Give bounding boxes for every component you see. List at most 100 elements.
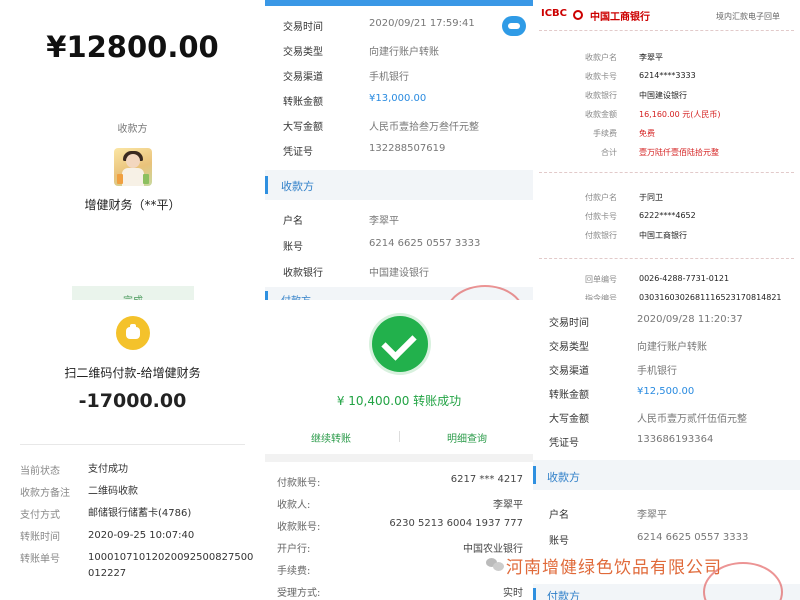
detail-row: 付款账号: 6217 *** 4217 (277, 474, 523, 489)
row-value: 2020/09/28 11:20:37 (637, 314, 743, 325)
bank-name: 中国工商银行 (590, 12, 650, 23)
wechat-icon (486, 556, 504, 572)
header-bar (265, 0, 533, 6)
payee-avatar[interactable] (114, 148, 152, 186)
section-title-payer: 付款方 (547, 590, 580, 600)
row-value: 6217 *** 4217 (450, 474, 523, 485)
section-title-payer: 付款方 (281, 292, 311, 300)
row-value: 手机银行 (637, 366, 677, 377)
alipay-receipt-panel: ¥12800.00 收款方 增健财务（**平） 完成 (0, 0, 265, 300)
detail-row: 受理方式: 实时 (277, 584, 523, 599)
row-label: 交易渠道 (283, 72, 323, 83)
row-label: 收款方备注 (20, 488, 70, 499)
icbc-emblem-icon (573, 10, 583, 20)
row-label: 收款银行 (283, 268, 323, 279)
row-value: 实时 (503, 588, 523, 599)
row-value: 6230 5213 6004 1937 777 (389, 518, 523, 529)
row-label: 支付方式 (20, 510, 60, 521)
receipt-label: 回单编号 (585, 275, 617, 284)
row-label: 当前状态 (20, 466, 60, 477)
section-accent (265, 176, 268, 194)
done-button[interactable]: 完成 (72, 286, 194, 300)
detail-query-link[interactable]: 明细查询 (447, 430, 487, 445)
divider (539, 172, 794, 173)
row-label: 手续费: (277, 566, 311, 577)
transfer-status: ¥ 10,400.00 转账成功 (336, 394, 462, 408)
row-value: 向建行账户转账 (369, 47, 439, 58)
row-label: 转账时间 (20, 532, 60, 543)
detail-row: 交易时间 2020/09/28 11:20:37 (549, 314, 789, 329)
row-value: 二维码收款 (88, 486, 138, 497)
receipt-label: 收款银行 (585, 91, 617, 100)
row-label: 付款账号: (277, 478, 321, 489)
receipt-label: 付款户名 (585, 193, 617, 202)
row-value: 人民币壹拾叁万叁仟元整 (369, 122, 479, 133)
payee-row: 收款银行 中国建设银行 (283, 264, 523, 279)
receipt-value: 壹万陆仟壹佰陆拾元整 (639, 148, 719, 157)
receipt-value: 免费 (639, 129, 655, 138)
receipt-value: 16,160.00 元(人民币) (639, 110, 721, 119)
qr-payment-panel: 扫二维码付款-给增健财务 -17000.00 当前状态 支付成功收款方备注 二维码收… (0, 300, 265, 600)
row-label: 账号 (549, 536, 569, 547)
payment-amount: -17000.00 (78, 390, 187, 412)
row-label: 凭证号 (283, 147, 313, 158)
row-value: 人民币壹万贰仟伍佰元整 (637, 414, 747, 425)
row-label: 交易时间 (549, 318, 589, 329)
payee-row: 账号 6214 6625 0557 3333 (549, 532, 789, 547)
detail-row: 交易渠道 手机银行 (549, 362, 789, 377)
row-label: 转账金额 (549, 390, 589, 401)
row-label: 交易类型 (283, 47, 323, 58)
row-value: 支付成功 (88, 464, 128, 475)
row-label: 收款人: (277, 500, 311, 511)
row-value: 邮储银行储蓄卡(4786) (88, 508, 192, 519)
section-title-payee: 收款方 (547, 471, 580, 484)
receipt-label: 指令编号 (585, 294, 617, 300)
payee-name: 增健财务（**平） (84, 198, 181, 212)
detail-row: 大写金额 人民币壹万贰仟伍佰元整 (549, 410, 789, 425)
row-value: 133686193364 (637, 434, 714, 445)
receipt-value: 0303160302681116523170814821 (639, 293, 782, 300)
row-label: 转账金额 (283, 97, 323, 108)
detail-row: 交易类型 向建行账户转账 (283, 43, 523, 58)
icbc-logo: ICBC (541, 8, 568, 19)
continue-transfer-link[interactable]: 继续转账 (311, 430, 351, 445)
detail-row: 转账单号 10001071012020092500827500012227 (20, 550, 260, 582)
row-value: 李翠平 (369, 216, 399, 227)
row-value: 中国建设银行 (369, 268, 429, 279)
detail-row: 转账金额 ¥13,000.00 (283, 93, 523, 108)
divider (399, 431, 400, 442)
row-value: 6214 6625 0557 3333 (369, 238, 481, 249)
receipt-title: 境内汇款电子回单 (716, 12, 780, 21)
row-value: 手机银行 (369, 72, 409, 83)
row-label: 户名 (283, 216, 303, 227)
receipt-label: 付款银行 (585, 231, 617, 240)
detail-row: 大写金额 人民币壹拾叁万叁仟元整 (283, 118, 523, 133)
receipt-label: 收款户名 (585, 53, 617, 62)
money-bag-icon (116, 316, 150, 350)
row-value: 6214 6625 0557 3333 (637, 532, 749, 543)
row-label: 交易类型 (549, 342, 589, 353)
receipt-value: 于同卫 (639, 193, 663, 202)
receipt-value: 李翠平 (639, 53, 663, 62)
row-label: 大写金额 (283, 122, 323, 133)
payment-title: 扫二维码付款-给增健财务 (64, 366, 201, 380)
row-label: 收款账号: (277, 522, 321, 533)
row-label: 户名 (549, 510, 569, 521)
row-value: 李翠平 (493, 500, 523, 511)
icbc-receipt-panel: ICBC 中国工商银行 境内汇款电子回单 收款户名 李翠平 收款卡号 6214****… (533, 0, 800, 300)
receipt-value: 6222****4652 (639, 211, 696, 220)
receipt-value: 0026-4288-7731-0121 (639, 274, 730, 283)
detail-row: 转账金额 ¥12,500.00 (549, 386, 789, 401)
watermark-text: 河南增健绿色饮品有限公司 (506, 558, 722, 578)
payment-amount: ¥12800.00 (46, 30, 219, 64)
success-check-icon (372, 316, 428, 372)
receipt-value: 中国工商银行 (639, 231, 687, 240)
receipt-label: 收款卡号 (585, 72, 617, 81)
divider (539, 258, 794, 259)
payee-label: 收款方 (117, 124, 148, 135)
section-accent (265, 291, 268, 300)
receipt-label: 手续费 (593, 129, 617, 138)
section-title-payee: 收款方 (281, 180, 314, 193)
detail-row: 收款账号: 6230 5213 6004 1937 777 (277, 518, 523, 533)
divider (539, 30, 794, 31)
